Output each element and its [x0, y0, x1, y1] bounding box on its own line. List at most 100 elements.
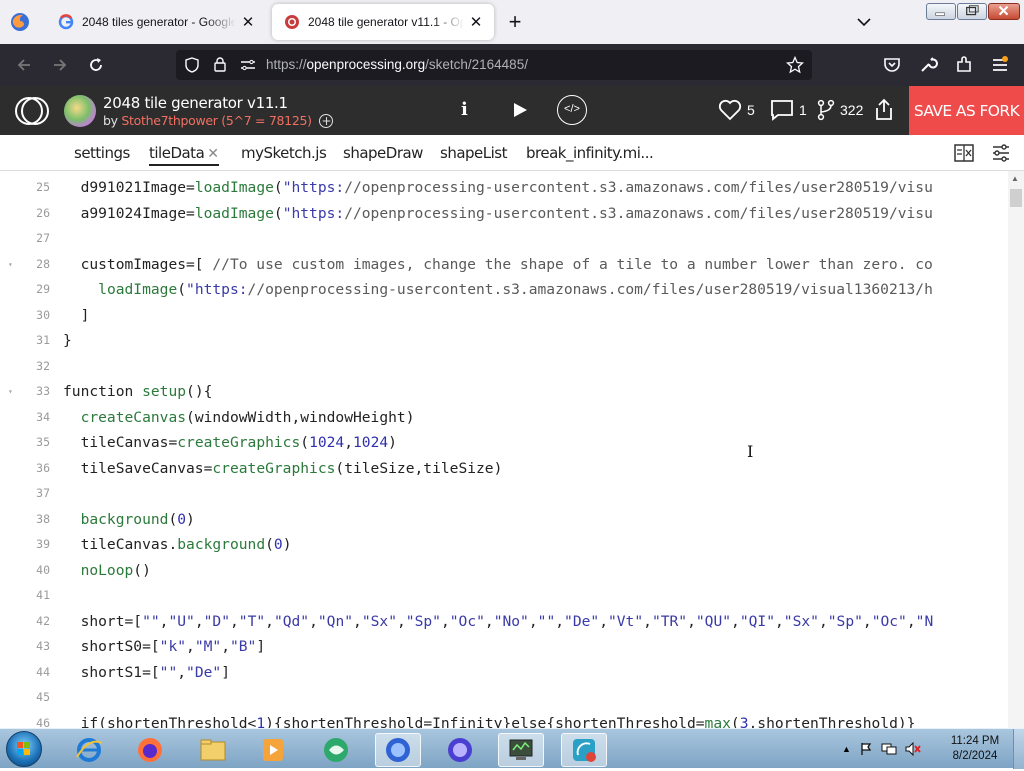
internet-explorer-icon[interactable]	[66, 733, 112, 767]
code-line[interactable]: 42 short=["","U","D","T","Qd","Qn","Sx",…	[0, 609, 1008, 635]
window-maximize-button[interactable]	[957, 3, 987, 20]
code-text: a991024Image=loadImage("https://openproc…	[80, 204, 933, 222]
new-tab-button[interactable]: +	[502, 9, 528, 35]
list-all-tabs-icon[interactable]	[854, 12, 874, 32]
close-tab-icon[interactable]: ✕	[464, 13, 488, 31]
code-line[interactable]: 46 if(shortenThreshold<1){shortenThresho…	[0, 711, 1008, 729]
scroll-up-icon[interactable]: ▲	[1011, 174, 1019, 183]
code-line[interactable]: 45	[0, 685, 1008, 711]
clock-time: 11:24 PM	[950, 735, 1000, 747]
code-line[interactable]: 29 loadImage("https://openprocessing-use…	[0, 277, 1008, 303]
window-close-button[interactable]	[988, 3, 1020, 20]
network-status-icon[interactable]	[881, 742, 897, 756]
firefox-alt-icon[interactable]	[437, 733, 483, 767]
editor-scrollbar[interactable]: ▲	[1008, 171, 1024, 728]
follow-plus-icon[interactable]: +	[319, 114, 334, 128]
clock-date: 8/2/2024	[952, 750, 998, 762]
forward-arrow-icon[interactable]	[50, 55, 70, 75]
code-line[interactable]: 25 d991021Image=loadImage("https://openp…	[0, 175, 1008, 201]
code-line[interactable]: 30 ]	[0, 303, 1008, 329]
file-explorer-icon[interactable]	[190, 733, 236, 767]
forks-button[interactable]: 322	[817, 99, 863, 121]
show-hidden-icons-icon[interactable]: ▲	[842, 744, 851, 754]
file-tab-shapelist[interactable]: shapeList	[440, 144, 507, 162]
comments-count: 1	[799, 102, 807, 118]
close-tab-icon[interactable]: ✕	[236, 13, 260, 31]
action-center-flag-icon[interactable]	[859, 742, 873, 756]
green-app-icon[interactable]	[313, 733, 359, 767]
url-text[interactable]: https://openprocessing.org/sketch/216448…	[266, 57, 528, 72]
back-arrow-icon[interactable]	[14, 55, 34, 75]
show-desktop-button[interactable]	[1013, 729, 1024, 769]
lock-icon[interactable]	[212, 56, 228, 73]
code-view-button[interactable]: </>	[557, 95, 587, 125]
file-tab-shapedraw[interactable]: shapeDraw	[343, 144, 423, 162]
file-tab-mysketch[interactable]: mySketch.js	[241, 144, 327, 162]
media-player-icon[interactable]	[250, 733, 296, 767]
system-monitor-icon[interactable]	[498, 733, 544, 767]
extensions-icon[interactable]	[954, 55, 974, 75]
code-line[interactable]: 40 noLoop()	[0, 558, 1008, 584]
code-line[interactable]: 39 tileCanvas.background(0)	[0, 532, 1008, 558]
code-line[interactable]: 41	[0, 583, 1008, 609]
code-line[interactable]: 36 tileSaveCanvas=createGraphics(tileSiz…	[0, 456, 1008, 482]
volume-muted-icon[interactable]	[905, 742, 921, 756]
taskbar-clock[interactable]: 11:24 PM 8/2/2024	[940, 734, 1010, 764]
pocket-icon[interactable]	[882, 55, 902, 75]
comments-button[interactable]: 1	[770, 99, 807, 121]
firefox-active-icon[interactable]	[375, 733, 421, 767]
window-minimize-button[interactable]	[926, 3, 956, 20]
file-tab-break-infinity[interactable]: break_infinity.mi...	[526, 144, 654, 162]
reload-icon[interactable]	[86, 55, 106, 75]
code-line[interactable]: 35 tileCanvas=createGraphics(1024,1024)	[0, 430, 1008, 456]
code-line[interactable]: 32	[0, 354, 1008, 380]
fold-chevron-icon[interactable]: ▾	[8, 379, 13, 405]
code-line[interactable]: 34 createCanvas(windowWidth,windowHeight…	[0, 405, 1008, 431]
fold-chevron-icon[interactable]: ▾	[8, 252, 13, 278]
share-icon[interactable]	[873, 98, 895, 122]
code-line[interactable]: 38 background(0)	[0, 507, 1008, 533]
author-avatar[interactable]	[64, 95, 96, 127]
file-tab-tiledata[interactable]: tileData ✕	[149, 144, 219, 166]
file-tab-settings[interactable]: settings	[74, 144, 130, 162]
author-link[interactable]: Stothe7thpower (5^7 = 78125)	[121, 113, 312, 128]
firefox-menu-icon[interactable]	[10, 12, 30, 32]
sketch-header: 2048 tile generator v11.1 by Stothe7thpo…	[0, 86, 1024, 135]
openprocessing-logo-icon[interactable]	[14, 93, 50, 129]
code-line[interactable]: 43 shortS0=["k","M","B"]	[0, 634, 1008, 660]
layout-toggle-icon[interactable]	[954, 144, 974, 162]
address-bar[interactable]: https://openprocessing.org/sketch/216448…	[176, 50, 812, 80]
close-file-icon[interactable]: ✕	[207, 146, 219, 162]
editor-settings-icon[interactable]	[991, 143, 1011, 163]
bookmark-star-icon[interactable]	[786, 56, 804, 74]
code-line[interactable]: 28 ▾ customImages=[ //To use custom image…	[0, 252, 1008, 278]
tab-openprocessing[interactable]: 2048 tile generator v11.1 - Oper ✕	[272, 4, 494, 40]
code-editor[interactable]: 25 d991021Image=loadImage("https://openp…	[0, 171, 1008, 728]
line-number: 35	[36, 435, 50, 449]
start-button[interactable]	[6, 731, 42, 767]
permissions-icon[interactable]	[240, 58, 256, 72]
code-line[interactable]: 31}	[0, 328, 1008, 354]
code-line[interactable]: 44 shortS1=["","De"]	[0, 660, 1008, 686]
menu-hamburger-icon[interactable]	[990, 55, 1010, 75]
info-button[interactable]: i	[461, 99, 468, 120]
likes-button[interactable]: 5	[718, 99, 755, 121]
file-tabs-bar: settings tileData ✕ mySketch.js shapeDraw…	[0, 135, 1024, 171]
firefox-icon[interactable]	[127, 733, 173, 767]
code-line[interactable]: 26 a991024Image=loadImage("https://openp…	[0, 201, 1008, 227]
shield-icon[interactable]	[184, 57, 200, 73]
fork-icon	[817, 99, 835, 121]
scrollbar-thumb[interactable]	[1010, 189, 1022, 207]
code-line[interactable]: 27	[0, 226, 1008, 252]
code-line[interactable]: 33 ▾ function setup(){	[0, 379, 1008, 405]
play-icon[interactable]	[510, 100, 530, 120]
wrench-icon[interactable]	[918, 55, 938, 75]
save-as-fork-button[interactable]: SAVE AS FORK	[909, 86, 1024, 135]
code-line[interactable]: 37	[0, 481, 1008, 507]
network-app-icon[interactable]	[561, 733, 607, 767]
code-text: loadImage("https://openprocessing-userco…	[98, 281, 933, 298]
sketch-byline: by Stothe7thpower (5^7 = 78125) +	[103, 113, 334, 128]
by-label: by	[103, 113, 118, 128]
tab-google-search[interactable]: 2048 tiles generator - Google Se ✕	[46, 4, 266, 40]
line-number: 39	[36, 537, 50, 551]
